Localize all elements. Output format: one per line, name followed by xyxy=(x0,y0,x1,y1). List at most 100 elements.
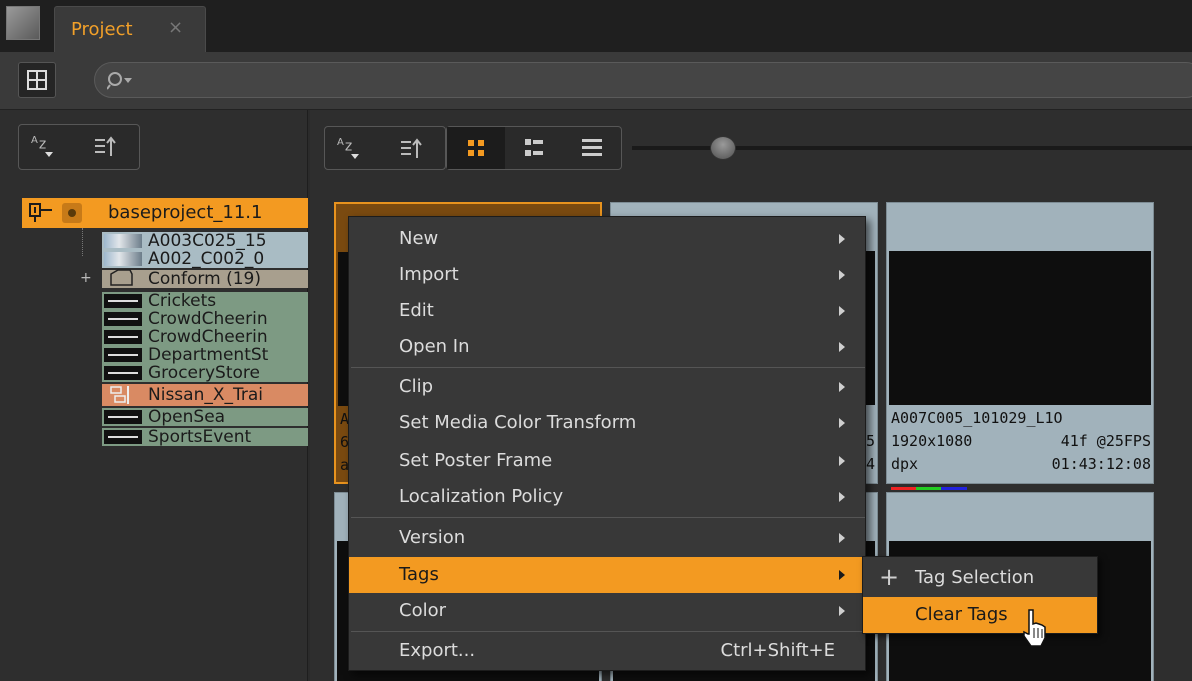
clip-resolution: 1920x1080 xyxy=(891,432,973,450)
tags-submenu: + Tag Selection Clear Tags xyxy=(862,556,1098,634)
sort-alpha-button[interactable]: Az xyxy=(19,125,79,169)
menu-item-label: Open In xyxy=(399,336,470,357)
submenu-arrow-icon xyxy=(839,270,845,280)
menu-separator xyxy=(351,517,865,518)
tree-root-project[interactable]: baseproject_11.1 xyxy=(22,198,308,228)
search-icon xyxy=(107,72,132,90)
submenu-arrow-icon xyxy=(839,606,845,616)
submenu-arrow-icon xyxy=(839,533,845,543)
tree-item-label: CrowdCheerin xyxy=(148,327,268,347)
sort-order-button[interactable] xyxy=(79,125,139,169)
tree-item-label: CrowdCheerin xyxy=(148,309,268,329)
menu-item-set-poster-frame[interactable]: Set Poster Frame xyxy=(349,443,865,479)
thumbnail-view-icon xyxy=(468,140,484,156)
list-view-button[interactable] xyxy=(563,127,621,169)
project-icon xyxy=(62,203,82,223)
sequence-icon xyxy=(110,386,129,404)
hand-cursor-icon xyxy=(1023,609,1046,647)
plus-icon: + xyxy=(879,563,900,591)
sort-alpha-icon: Az xyxy=(31,135,48,153)
folder-icon xyxy=(110,269,133,286)
menu-item-label: Edit xyxy=(399,300,434,321)
dropdown-icon xyxy=(351,154,359,159)
menu-item-clear-tags[interactable]: Clear Tags xyxy=(863,597,1097,633)
tree-item-clip[interactable]: A003C025_15 xyxy=(102,231,308,251)
tree-item-audio[interactable]: CrowdCheerin xyxy=(102,309,308,329)
submenu-arrow-icon xyxy=(839,570,845,580)
thumbnail-view-button[interactable] xyxy=(447,127,505,169)
tree-item-audio[interactable]: OpenSea xyxy=(102,407,308,427)
menu-item-set-media-color-transform[interactable]: Set Media Color Transform xyxy=(349,405,865,441)
menu-item-export[interactable]: Export... Ctrl+Shift+E xyxy=(349,633,865,669)
tree-item-audio[interactable]: DepartmentSt xyxy=(102,345,308,365)
tree-item-bin[interactable]: + Conform (19) xyxy=(80,269,308,289)
tree-item-label: Crickets xyxy=(148,291,217,311)
expand-icon[interactable]: + xyxy=(80,270,92,286)
slider-handle[interactable] xyxy=(710,136,736,160)
menu-item-label: Localization Policy xyxy=(399,486,564,507)
clip-frames: 41f @25FPS xyxy=(1060,432,1151,450)
menu-item-localization-policy[interactable]: Localization Policy xyxy=(349,479,865,515)
menu-item-label: Version xyxy=(399,527,466,548)
submenu-arrow-icon xyxy=(839,342,845,352)
tree-item-audio[interactable]: GroceryStore xyxy=(102,363,308,383)
menu-item-label: Import xyxy=(399,264,459,285)
tree-item-label: DepartmentSt xyxy=(148,345,269,365)
tab-project[interactable]: Project × xyxy=(54,6,206,52)
menu-item-clip[interactable]: Clip xyxy=(349,369,865,405)
menu-item-tags[interactable]: Tags xyxy=(349,557,865,593)
dropdown-icon xyxy=(45,152,53,157)
clip-timecode: 01:43:12:08 xyxy=(1051,455,1151,473)
submenu-arrow-icon xyxy=(839,456,845,466)
collapse-icon[interactable] xyxy=(28,202,54,224)
menu-item-label: Set Poster Frame xyxy=(399,450,553,471)
layout-grid-button[interactable] xyxy=(18,62,56,98)
tree-item-label: A002_C002_0 xyxy=(148,249,265,269)
menu-item-new[interactable]: New xyxy=(349,221,865,257)
tree-item-label: OpenSea xyxy=(148,407,226,427)
sort-order-button[interactable] xyxy=(385,127,445,171)
project-toolbar xyxy=(0,52,1192,110)
audio-clip-icon xyxy=(104,330,142,344)
tab-label: Project xyxy=(71,19,133,40)
audio-clip-icon xyxy=(104,410,142,424)
menu-item-label: Tag Selection xyxy=(915,567,1035,588)
clip-frames: 5 xyxy=(865,432,875,450)
menu-item-color[interactable]: Color xyxy=(349,593,865,629)
sort-order-icon xyxy=(95,136,116,156)
menu-item-edit[interactable]: Edit xyxy=(349,293,865,329)
channel-indicator xyxy=(891,475,967,490)
menu-item-version[interactable]: Version xyxy=(349,520,865,556)
sort-alpha-icon: Az xyxy=(337,137,354,155)
tree-item-audio[interactable]: CrowdCheerin xyxy=(102,327,308,347)
audio-clip-icon xyxy=(104,312,142,326)
list-view-icon xyxy=(582,139,602,156)
tree-connector xyxy=(82,228,83,256)
menu-item-label: Export... xyxy=(399,640,476,661)
tree-item-clip[interactable]: A002_C002_0 xyxy=(102,249,308,269)
details-view-button[interactable] xyxy=(505,127,563,169)
clip-metadata: A007C005_101029_L1O 1920x1080 41f @25FPS… xyxy=(891,407,1153,476)
menu-item-label: Clear Tags xyxy=(915,604,1008,625)
grid-icon xyxy=(27,70,47,90)
sort-alpha-button[interactable]: Az xyxy=(325,127,385,171)
bin-tree: baseproject_11.1 A003C025_15 A002_C002_0… xyxy=(22,198,308,518)
sort-toolbar: Az xyxy=(324,126,446,170)
panel-menu-icon[interactable] xyxy=(6,6,40,40)
menu-separator xyxy=(351,367,865,368)
tree-item-audio[interactable]: SportsEvent xyxy=(102,427,308,447)
clip-thumbnail xyxy=(889,251,1151,405)
menu-item-tag-selection[interactable]: + Tag Selection xyxy=(863,560,1097,596)
menu-item-label: New xyxy=(399,228,439,249)
tree-root-label: baseproject_11.1 xyxy=(108,202,263,223)
search-input[interactable] xyxy=(94,62,1192,98)
media-card[interactable]: A007C005_101029_L1O 1920x1080 41f @25FPS… xyxy=(886,202,1154,490)
tree-item-sequence[interactable]: Nissan_X_Trai xyxy=(102,384,308,406)
menu-item-import[interactable]: Import xyxy=(349,257,865,293)
tree-item-audio[interactable]: Crickets xyxy=(102,291,308,311)
menu-item-label: Color xyxy=(399,600,446,621)
close-icon[interactable]: × xyxy=(168,17,183,38)
audio-clip-icon xyxy=(104,430,142,444)
menu-item-open-in[interactable]: Open In xyxy=(349,329,865,365)
menu-item-shortcut: Ctrl+Shift+E xyxy=(720,640,835,661)
